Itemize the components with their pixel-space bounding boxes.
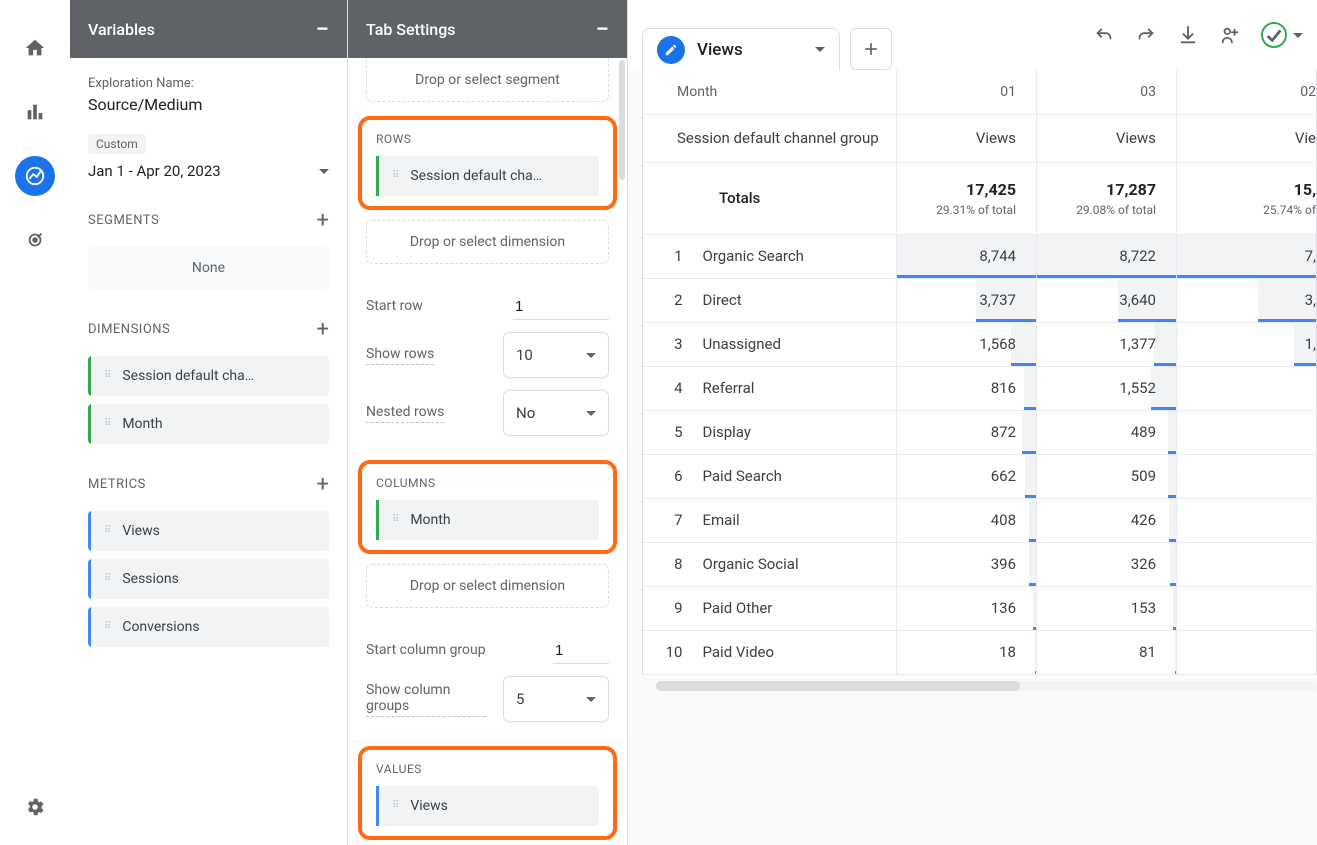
values-highlight: VALUES ⠿ Views bbox=[358, 746, 617, 840]
add-dimension-button[interactable]: + bbox=[317, 317, 329, 342]
drag-handle-icon: ⠿ bbox=[104, 576, 112, 582]
month-header-label[interactable]: Month bbox=[643, 70, 897, 114]
show-columns-label: Show column groups bbox=[366, 682, 486, 717]
collapse-variables-button[interactable]: − bbox=[316, 15, 330, 43]
segments-none[interactable]: None bbox=[88, 247, 329, 289]
tab-settings-title: Tab Settings bbox=[366, 20, 456, 39]
date-range-selector[interactable]: Jan 1 - Apr 20, 2023 bbox=[88, 162, 329, 180]
table-row[interactable]: 6Paid Search662509 bbox=[643, 454, 1317, 498]
segments-title: SEGMENTS bbox=[88, 213, 159, 228]
redo-button[interactable] bbox=[1135, 24, 1157, 46]
tab-name-label: Views bbox=[697, 40, 743, 60]
values-chip[interactable]: ⠿ Views bbox=[376, 786, 599, 826]
variables-header: Variables − bbox=[70, 0, 347, 58]
month-col-1[interactable]: 03 bbox=[1037, 70, 1177, 114]
table-row[interactable]: 7Email408426 bbox=[643, 498, 1317, 542]
exploration-name-label: Exploration Name: bbox=[88, 76, 329, 91]
dimensions-title: DIMENSIONS bbox=[88, 322, 170, 337]
exploration-name-value[interactable]: Source/Medium bbox=[88, 95, 329, 114]
nested-rows-select[interactable]: No bbox=[503, 390, 609, 436]
metric-header-2[interactable]: Vie bbox=[1177, 114, 1317, 162]
columns-title: COLUMNS bbox=[376, 476, 599, 490]
share-button[interactable] bbox=[1219, 24, 1241, 46]
metric-chip[interactable]: ⠿Views bbox=[88, 511, 329, 551]
add-metric-button[interactable]: + bbox=[317, 472, 329, 497]
table-row[interactable]: 5Display872489 bbox=[643, 410, 1317, 454]
metrics-title: METRICS bbox=[88, 477, 146, 492]
show-rows-label: Show rows bbox=[366, 346, 434, 365]
rows-dimension-dropzone[interactable]: Drop or select dimension bbox=[366, 220, 609, 264]
metric-chip[interactable]: ⠿Conversions bbox=[88, 607, 329, 647]
table-row[interactable]: 2Direct3,7373,6403, bbox=[643, 278, 1317, 322]
exploration-table: Month 01 03 02 Session default channel g… bbox=[642, 70, 1317, 675]
date-range-chip: Custom bbox=[88, 134, 146, 154]
download-button[interactable] bbox=[1177, 24, 1199, 46]
start-row-input[interactable] bbox=[513, 294, 609, 320]
totals-cell-1: 17,28729.08% of total bbox=[1037, 162, 1177, 234]
show-columns-select[interactable]: 5 bbox=[503, 676, 609, 722]
table-row[interactable]: 4Referral8161,552 bbox=[643, 366, 1317, 410]
dimension-chip[interactable]: ⠿Month bbox=[88, 404, 329, 444]
month-col-0[interactable]: 01 bbox=[897, 70, 1037, 114]
tab-settings-header: Tab Settings − bbox=[348, 0, 627, 58]
drag-handle-icon: ⠿ bbox=[104, 528, 112, 534]
show-rows-select[interactable]: 10 bbox=[503, 332, 609, 378]
start-column-input[interactable] bbox=[553, 638, 609, 664]
columns-chip[interactable]: ⠿ Month bbox=[376, 500, 599, 540]
horizontal-scrollbar[interactable] bbox=[656, 681, 1317, 691]
table-row[interactable]: 9Paid Other136153 bbox=[643, 586, 1317, 630]
chevron-down-icon bbox=[586, 411, 596, 416]
drag-handle-icon: ⠿ bbox=[104, 421, 112, 427]
chevron-down-icon bbox=[586, 697, 596, 702]
columns-dimension-dropzone[interactable]: Drop or select dimension bbox=[366, 564, 609, 608]
chevron-down-icon bbox=[815, 47, 825, 52]
report-tab[interactable]: Views bbox=[642, 28, 840, 70]
start-row-label: Start row bbox=[366, 298, 423, 316]
chevron-down-icon bbox=[586, 353, 596, 358]
nav-advertising-icon[interactable] bbox=[15, 220, 55, 260]
drag-handle-icon: ⠿ bbox=[392, 517, 400, 523]
drag-handle-icon: ⠿ bbox=[104, 373, 112, 379]
totals-cell-0: 17,42529.31% of total bbox=[897, 162, 1037, 234]
start-column-label: Start column group bbox=[366, 642, 486, 660]
status-indicator[interactable] bbox=[1261, 22, 1303, 48]
metric-chip[interactable]: ⠿Sessions bbox=[88, 559, 329, 599]
nested-rows-label: Nested rows bbox=[366, 404, 444, 423]
variables-title: Variables bbox=[88, 20, 155, 39]
tab-settings-scrollbar[interactable] bbox=[619, 60, 625, 740]
totals-cell-2: 15,25.74% of bbox=[1177, 162, 1317, 234]
values-title: VALUES bbox=[376, 762, 599, 776]
metric-header-1[interactable]: Views bbox=[1037, 114, 1177, 162]
table-row[interactable]: 1Organic Search8,7448,7227, bbox=[643, 234, 1317, 278]
collapse-tab-settings-button[interactable]: − bbox=[596, 15, 610, 43]
rows-chip[interactable]: ⠿ Session default cha… bbox=[376, 156, 599, 196]
table-row[interactable]: 10Paid Video1881 bbox=[643, 630, 1317, 674]
rows-title: ROWS bbox=[376, 132, 599, 146]
rows-highlight: ROWS ⠿ Session default cha… bbox=[358, 116, 617, 210]
chevron-down-icon bbox=[1293, 33, 1303, 38]
dimension-header[interactable]: Session default channel group bbox=[643, 114, 897, 162]
nav-reports-icon[interactable] bbox=[15, 92, 55, 132]
nav-home-icon[interactable] bbox=[15, 28, 55, 68]
drag-handle-icon: ⠿ bbox=[392, 173, 400, 179]
nav-explore-icon[interactable] bbox=[15, 156, 55, 196]
undo-button[interactable] bbox=[1093, 24, 1115, 46]
columns-highlight: COLUMNS ⠿ Month bbox=[358, 460, 617, 554]
table-row[interactable]: 8Organic Social396326 bbox=[643, 542, 1317, 586]
totals-label: Totals bbox=[643, 162, 897, 234]
chevron-down-icon bbox=[319, 169, 329, 174]
drag-handle-icon: ⠿ bbox=[392, 803, 400, 809]
drag-handle-icon: ⠿ bbox=[104, 624, 112, 630]
nav-settings-icon[interactable] bbox=[15, 787, 55, 827]
edit-icon bbox=[657, 36, 685, 64]
dimension-chip[interactable]: ⠿Session default cha… bbox=[88, 356, 329, 396]
add-tab-button[interactable] bbox=[850, 28, 892, 70]
metric-header-0[interactable]: Views bbox=[897, 114, 1037, 162]
add-segment-button[interactable]: + bbox=[317, 208, 329, 233]
month-col-2[interactable]: 02 bbox=[1177, 70, 1317, 114]
table-row[interactable]: 3Unassigned1,5681,3771, bbox=[643, 322, 1317, 366]
segment-dropzone[interactable]: Drop or select segment bbox=[366, 58, 609, 102]
